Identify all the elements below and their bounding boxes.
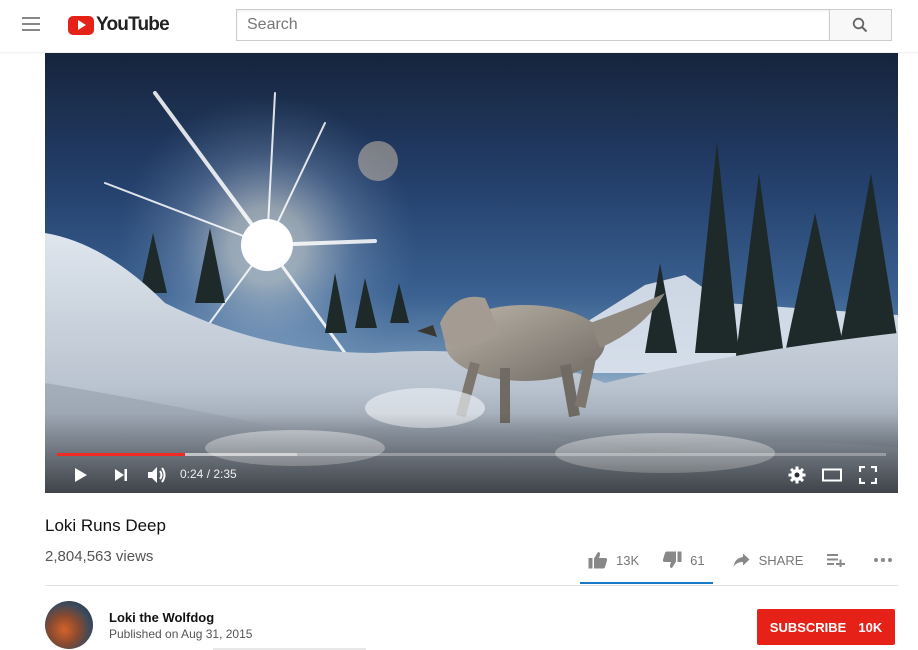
view-count: 2,804,563 views bbox=[45, 548, 154, 565]
video-title: Loki Runs Deep bbox=[45, 516, 166, 535]
subscriber-count: 10K bbox=[858, 619, 883, 635]
search-input[interactable] bbox=[236, 9, 829, 41]
dislike-count: 61 bbox=[690, 552, 705, 568]
settings-button[interactable] bbox=[787, 465, 807, 485]
thumbs-down-icon bbox=[663, 551, 682, 568]
add-to-playlist-button[interactable] bbox=[827, 553, 846, 567]
masthead: YouTube bbox=[0, 0, 918, 52]
volume-button[interactable] bbox=[145, 465, 169, 485]
fullscreen-icon bbox=[859, 466, 877, 484]
theater-icon bbox=[822, 468, 842, 482]
subscribe-button[interactable]: SUBSCRIBE 10K bbox=[757, 609, 895, 645]
logo-text: YouTube bbox=[96, 14, 170, 35]
more-horizontal-icon bbox=[874, 558, 893, 562]
info-divider bbox=[45, 585, 898, 586]
share-arrow-icon bbox=[733, 553, 750, 567]
progress-played bbox=[57, 453, 186, 456]
time-display: 0:24 / 2:35 bbox=[180, 467, 237, 481]
channel-name[interactable]: Loki the Wolfdog bbox=[109, 610, 214, 625]
video-player[interactable]: 0:24 / 2:35 bbox=[45, 53, 898, 493]
volume-icon bbox=[148, 467, 166, 483]
search-bar bbox=[236, 9, 892, 41]
play-icon bbox=[75, 468, 87, 482]
share-label: SHARE bbox=[758, 552, 804, 568]
share-button[interactable]: SHARE bbox=[733, 552, 804, 568]
add-to-playlist-icon bbox=[827, 554, 846, 567]
subscribe-label: SUBSCRIBE bbox=[769, 619, 847, 635]
more-actions-button[interactable] bbox=[873, 557, 893, 563]
channel-avatar[interactable] bbox=[45, 601, 93, 649]
youtube-logo[interactable]: YouTube bbox=[68, 14, 170, 36]
like-ratio-bar bbox=[580, 582, 713, 584]
next-button[interactable] bbox=[111, 465, 131, 485]
next-icon bbox=[115, 469, 127, 481]
search-button[interactable] bbox=[828, 9, 892, 41]
fullscreen-button[interactable] bbox=[858, 465, 878, 485]
theater-mode-button[interactable] bbox=[821, 465, 843, 485]
thumbs-up-icon bbox=[588, 552, 608, 569]
progress-bar[interactable] bbox=[57, 453, 886, 456]
settings-icon bbox=[788, 466, 806, 484]
youtube-play-logo-icon bbox=[68, 15, 94, 35]
video-actions: 13K 61 SHARE bbox=[580, 549, 893, 571]
search-icon bbox=[853, 17, 868, 33]
guide-menu-icon[interactable] bbox=[22, 17, 40, 31]
play-button[interactable] bbox=[71, 465, 91, 485]
like-count: 13K bbox=[616, 552, 640, 568]
publish-date: Published on Aug 31, 2015 bbox=[109, 627, 253, 641]
dislike-button[interactable]: 61 bbox=[662, 551, 705, 569]
like-button[interactable]: 13K bbox=[588, 551, 639, 569]
